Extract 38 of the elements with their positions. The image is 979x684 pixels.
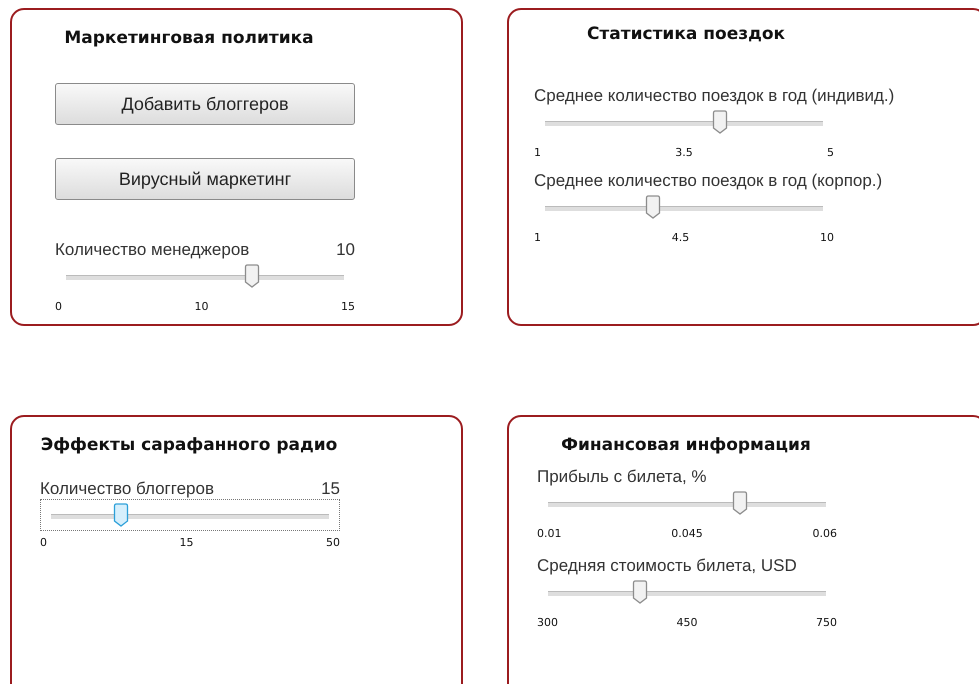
slider-label: Среднее количество поездок в год (индивид.)	[534, 86, 894, 106]
panel-title: Эффекты сарафанного радио	[40, 435, 338, 455]
slider-label: Количество блоггеров	[40, 479, 214, 499]
action-button[interactable]: Добавить блоггеров	[55, 83, 355, 125]
tick-label: 0	[40, 536, 47, 549]
tick-label: 0.01	[537, 527, 562, 540]
tick-label: 15	[341, 300, 355, 313]
tick-label: 50	[326, 536, 340, 549]
slider-thumb[interactable]	[632, 580, 648, 604]
tick-label: 750	[816, 616, 837, 629]
tick-label: 5	[827, 146, 834, 159]
slider-label: Прибыль с билета, %	[537, 467, 707, 487]
slider-thumb[interactable]	[712, 110, 728, 134]
slider-value: 10	[336, 240, 355, 260]
action-button[interactable]: Вирусный маркетинг	[55, 158, 355, 200]
tick-label: 300	[537, 616, 558, 629]
tick-label: 4.5	[672, 231, 690, 244]
tick-label: 1	[534, 231, 541, 244]
panel-title: Статистика поездок	[586, 24, 786, 44]
tick-label: 0.06	[812, 527, 837, 540]
panel-title: Финансовая информация	[560, 435, 812, 455]
panel-title: Маркетинговая политика	[63, 28, 315, 48]
tick-label: 1	[534, 146, 541, 159]
slider-label: Среднее количество поездок в год (корпор.)	[534, 171, 882, 191]
tick-label: 3.5	[675, 146, 693, 159]
slider-label: Средняя стоимость билета, USD	[537, 556, 797, 576]
slider-thumb[interactable]	[732, 491, 748, 515]
tick-label: 0.045	[671, 527, 703, 540]
tick-label: 10	[194, 300, 208, 313]
slider-label: Количество менеджеров	[55, 240, 250, 260]
tick-label: 10	[820, 231, 834, 244]
tick-label: 450	[676, 616, 698, 629]
tick-label: 0	[55, 300, 62, 313]
slider-thumb[interactable]	[244, 264, 260, 288]
slider-value: 15	[321, 479, 340, 499]
tick-label: 15	[180, 536, 194, 549]
slider-thumb[interactable]	[645, 195, 662, 219]
slider-thumb[interactable]	[112, 503, 128, 527]
